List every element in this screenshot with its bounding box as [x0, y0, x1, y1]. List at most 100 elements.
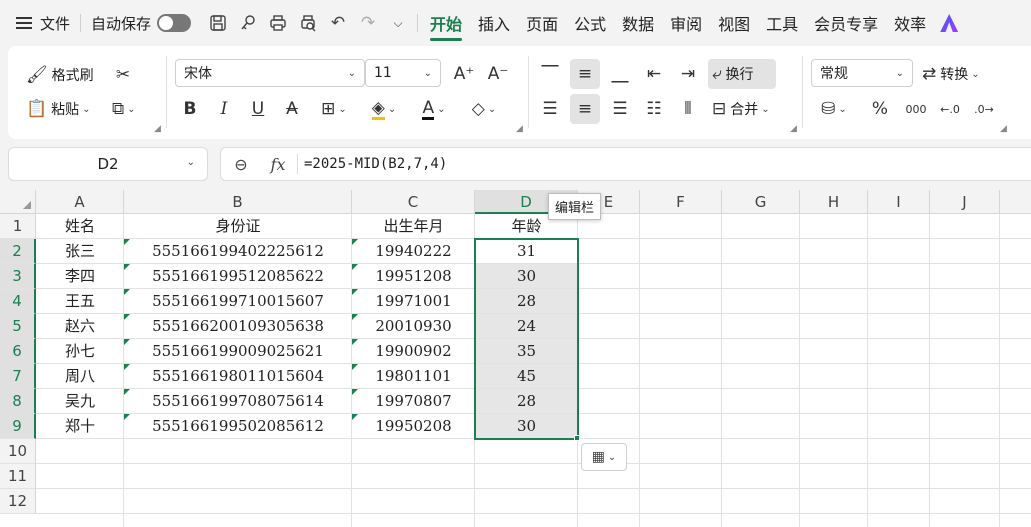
redo-icon[interactable]: ↷ [353, 8, 383, 38]
increase-indent-button[interactable]: ⇥ [674, 59, 702, 89]
table-cell[interactable]: 555166199402225612 [124, 239, 352, 264]
tab-view[interactable]: 视图 [710, 8, 758, 38]
dialog-launcher-icon[interactable]: ◢ [1000, 124, 1007, 134]
print-icon[interactable] [263, 8, 293, 38]
row-header-6[interactable]: 6 [0, 339, 36, 364]
error-indicator-icon[interactable] [352, 239, 358, 245]
error-indicator-icon[interactable] [124, 239, 130, 245]
error-indicator-icon[interactable] [352, 264, 358, 270]
tab-efficiency[interactable]: 效率 [886, 8, 934, 38]
table-cell[interactable]: 19801101 [352, 364, 475, 389]
align-left-button[interactable]: ☰ [536, 94, 564, 124]
column-header-b[interactable]: B [124, 190, 352, 214]
align-center-button[interactable]: ≡ [570, 94, 600, 124]
tab-insert[interactable]: 插入 [470, 8, 518, 38]
undo-icon[interactable]: ↶ [323, 8, 353, 38]
merge-button[interactable]: ⊟ 合并 ⌄ [712, 94, 770, 124]
row-header-7[interactable]: 7 [0, 364, 36, 389]
table-cell[interactable]: 19950208 [352, 414, 475, 439]
table-cell[interactable]: 45 [475, 364, 578, 389]
table-cell[interactable]: 李四 [36, 264, 124, 289]
table-cell[interactable]: 孙七 [36, 339, 124, 364]
font-name-select[interactable]: 宋体 ⌄ [175, 59, 365, 87]
copy-button[interactable]: ⧉ ⌄ [112, 94, 136, 124]
dialog-launcher-icon[interactable]: ◢ [516, 124, 523, 134]
error-indicator-icon[interactable] [352, 289, 358, 295]
increase-decimal-button[interactable]: ←.0 [936, 94, 964, 124]
table-cell[interactable]: 19971001 [352, 289, 475, 314]
tab-page[interactable]: 页面 [518, 8, 566, 38]
table-cell[interactable]: 35 [475, 339, 578, 364]
thousands-button[interactable]: 000 [902, 94, 930, 124]
row-header-10[interactable]: 10 [0, 439, 36, 464]
tab-member[interactable]: 会员专享 [806, 8, 886, 38]
table-cell[interactable]: 31 [475, 239, 578, 264]
paste-button[interactable]: 📋 粘贴 ⌄ [26, 94, 91, 124]
function-icon[interactable]: fx [261, 155, 295, 174]
row-header-1[interactable]: 1 [0, 214, 36, 239]
table-cell[interactable]: 555166199502085612 [124, 414, 352, 439]
error-indicator-icon[interactable] [352, 339, 358, 345]
font-color-button[interactable]: A ⌄ [414, 94, 454, 124]
table-cell[interactable]: 30 [475, 264, 578, 289]
clear-button[interactable]: ◇ ⌄ [464, 94, 504, 124]
header-cell[interactable]: 身份证 [124, 214, 352, 239]
table-cell[interactable]: 19900902 [352, 339, 475, 364]
error-indicator-icon[interactable] [352, 414, 358, 420]
row-header-5[interactable]: 5 [0, 314, 36, 339]
table-cell[interactable]: 周八 [36, 364, 124, 389]
table-cell[interactable]: 555166198011015604 [124, 364, 352, 389]
decrease-font-button[interactable]: A⁻ [484, 59, 512, 89]
table-cell[interactable]: 吴九 [36, 389, 124, 414]
strikethrough-button[interactable]: A [278, 94, 306, 124]
table-cell[interactable]: 555166199708075614 [124, 389, 352, 414]
error-indicator-icon[interactable] [124, 389, 130, 395]
align-bottom-button[interactable]: ⎽ [606, 59, 634, 89]
error-indicator-icon[interactable] [124, 264, 130, 270]
table-cell[interactable]: 赵六 [36, 314, 124, 339]
wrap-text-button[interactable]: ⤶ 换行 [708, 59, 776, 89]
row-header-4[interactable]: 4 [0, 289, 36, 314]
border-button[interactable]: ⊞ ⌄ [314, 94, 354, 124]
dialog-launcher-icon[interactable]: ◢ [154, 124, 161, 134]
italic-button[interactable]: I [210, 94, 238, 124]
table-cell[interactable]: 555166199710015607 [124, 289, 352, 314]
paste-options-button[interactable]: ▦ ⌄ [581, 443, 627, 471]
error-indicator-icon[interactable] [124, 339, 130, 345]
fill-color-button[interactable]: ◈ ⌄ [364, 94, 404, 124]
file-menu[interactable]: 文件 [10, 8, 76, 38]
justify-button[interactable]: ☷ [640, 94, 668, 124]
column-header-h[interactable]: H [800, 190, 868, 214]
error-indicator-icon[interactable] [352, 389, 358, 395]
print-preview-icon[interactable] [293, 8, 323, 38]
column-header-g[interactable]: G [722, 190, 800, 214]
error-indicator-icon[interactable] [352, 314, 358, 320]
share-icon[interactable] [233, 8, 263, 38]
fill-handle[interactable] [574, 435, 580, 441]
row-header-8[interactable]: 8 [0, 389, 36, 414]
autosave-toggle[interactable]: 自动保存 [85, 8, 197, 38]
name-box[interactable]: D2 ⌄ [8, 147, 208, 181]
font-size-select[interactable]: 11 ⌄ [365, 59, 441, 87]
table-cell[interactable]: 19951208 [352, 264, 475, 289]
format-painter-button[interactable]: 🖌 格式刷 [26, 60, 94, 90]
table-cell[interactable]: 30 [475, 414, 578, 439]
header-cell[interactable]: 出生年月 [352, 214, 475, 239]
row-header-11[interactable]: 11 [0, 464, 36, 489]
currency-button[interactable]: ⛁ ⌄ [814, 94, 854, 124]
table-cell[interactable]: 555166200109305638 [124, 314, 352, 339]
table-cell[interactable]: 555166199512085622 [124, 264, 352, 289]
bold-button[interactable]: B [176, 94, 204, 124]
error-indicator-icon[interactable] [124, 289, 130, 295]
align-top-button[interactable]: ⎺ [536, 59, 564, 89]
tab-tools[interactable]: 工具 [758, 8, 806, 38]
convert-button[interactable]: ⇄ 转换 ⌄ [922, 59, 980, 89]
table-cell[interactable]: 24 [475, 314, 578, 339]
table-cell[interactable]: 王五 [36, 289, 124, 314]
select-all-corner[interactable] [0, 190, 36, 214]
error-indicator-icon[interactable] [124, 414, 130, 420]
distributed-button[interactable]: ⫴ [674, 94, 702, 124]
table-cell[interactable]: 19940222 [352, 239, 475, 264]
number-format-select[interactable]: 常规 ⌄ [811, 59, 913, 87]
row-header-12[interactable]: 12 [0, 489, 36, 514]
